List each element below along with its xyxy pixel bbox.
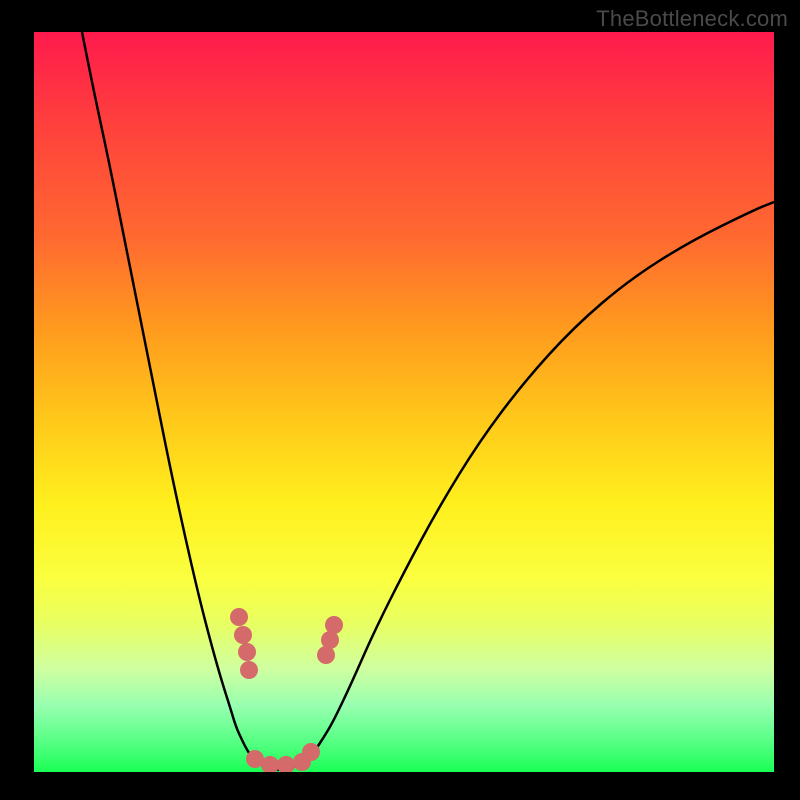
data-marker [325, 616, 343, 634]
data-marker [240, 661, 258, 679]
data-marker [234, 626, 252, 644]
right-curve [278, 202, 774, 770]
outer-frame: TheBottleneck.com [0, 0, 800, 800]
chart-svg [34, 32, 774, 772]
data-marker [302, 743, 320, 761]
data-marker [277, 756, 295, 772]
plot-area [34, 32, 774, 772]
data-marker [230, 608, 248, 626]
watermark-text: TheBottleneck.com [596, 6, 788, 32]
data-marker [238, 643, 256, 661]
